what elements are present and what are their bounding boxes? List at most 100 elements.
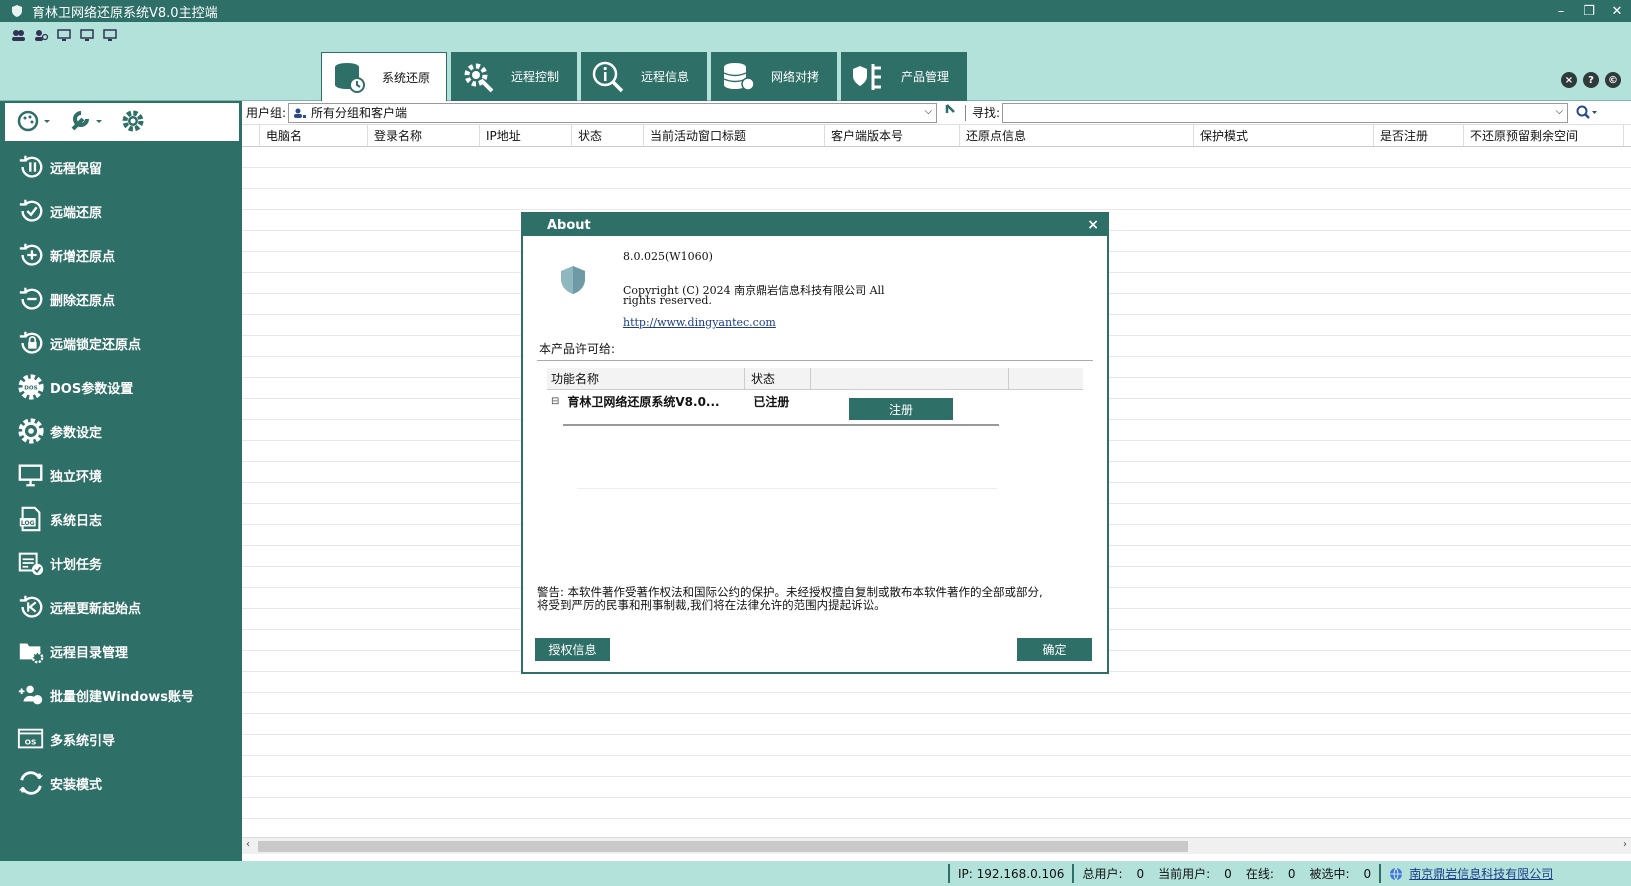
- sync-arrows-icon: [16, 768, 46, 798]
- tab-network-copy[interactable]: 网络对拷: [711, 52, 837, 101]
- scroll-left-icon[interactable]: ‹: [246, 839, 250, 850]
- column-header[interactable]: 功能名称: [547, 368, 745, 389]
- tab-remote-control[interactable]: 远程控制: [451, 52, 577, 101]
- tab-product-management[interactable]: 产品管理: [841, 52, 967, 101]
- search-input[interactable]: ⌵: [1002, 102, 1569, 123]
- gear-icon[interactable]: [121, 109, 145, 136]
- sidebar-item-add-restore-point[interactable]: 新增还原点: [0, 233, 242, 277]
- sidebar-item-dos-settings[interactable]: DOS DOS参数设置: [0, 365, 242, 409]
- restore-button[interactable]: ❐: [1575, 0, 1603, 22]
- about-close-button[interactable]: ×: [1087, 217, 1099, 233]
- scroll-thumb[interactable]: [258, 841, 1188, 852]
- column-header[interactable]: 状态: [572, 125, 644, 146]
- table-row[interactable]: [242, 714, 1631, 735]
- table-row[interactable]: [242, 798, 1631, 819]
- sidebar-item-remote-update-start[interactable]: 远程更新起始点: [0, 585, 242, 629]
- sidebar-item-label: 删除还原点: [50, 293, 116, 309]
- dos-gear-icon: DOS: [16, 372, 46, 402]
- horizontal-scrollbar[interactable]: ‹ ›: [242, 837, 1631, 854]
- feature-row[interactable]: ⊟ 育林卫网络还原系统V8.0... 已注册: [547, 390, 1083, 412]
- sidebar-item-label: 系统日志: [50, 513, 103, 529]
- copyright-icon[interactable]: ©: [1605, 72, 1621, 88]
- add-restore-icon: [16, 240, 46, 270]
- column-header[interactable]: 保护模式: [1194, 125, 1374, 146]
- about-titlebar: About ×: [523, 214, 1107, 236]
- table-row[interactable]: [242, 147, 1631, 168]
- window-title: 育林卫网络还原系统V8.0主控端: [32, 5, 218, 21]
- table-row[interactable]: [242, 735, 1631, 756]
- sidebar-item-install-mode[interactable]: 安装模式: [0, 761, 242, 805]
- search-label: 寻找:: [972, 106, 1001, 120]
- scroll-right-icon[interactable]: ›: [1623, 839, 1627, 850]
- register-button[interactable]: 注册: [849, 398, 953, 420]
- table-row[interactable]: [242, 189, 1631, 210]
- close-button[interactable]: ✕: [1603, 0, 1631, 22]
- license-divider: [537, 360, 1093, 361]
- group-label: 用户组:: [246, 106, 287, 120]
- computer-msg-icon[interactable]: [56, 28, 73, 42]
- sidebar-item-parameter-settings[interactable]: 参数设定: [0, 409, 242, 453]
- tab-remote-info[interactable]: 远程信息: [581, 52, 707, 101]
- column-header[interactable]: IP地址: [480, 125, 572, 146]
- grid-header-spacer: [242, 125, 260, 146]
- table-row[interactable]: [242, 756, 1631, 777]
- table-row[interactable]: [242, 693, 1631, 714]
- sidebar-item-delete-restore-point[interactable]: 删除还原点: [0, 277, 242, 321]
- sidebar-item-standalone-env[interactable]: 独立环境: [0, 453, 242, 497]
- auth-info-button[interactable]: 授权信息: [535, 638, 610, 661]
- sidebar-item-label: 远端还原: [50, 205, 103, 221]
- palette-dropdown-icon[interactable]: [17, 109, 53, 136]
- feature-table: 功能名称 状态 ⊟ 育林卫网络还原系统V8.0... 已注册 注册: [547, 368, 1083, 489]
- column-header[interactable]: 不还原预留剩余空间: [1464, 125, 1624, 146]
- column-header[interactable]: 电脑名: [260, 125, 368, 146]
- sidebar-item-remote-keep[interactable]: 远程保留: [0, 145, 242, 189]
- tab-system-restore[interactable]: 系统还原: [321, 52, 447, 101]
- log-badge-text: LOG: [21, 520, 35, 527]
- column-header[interactable]: 登录名称: [368, 125, 480, 146]
- column-header[interactable]: 状态: [745, 368, 811, 389]
- about-url-link[interactable]: http://www.dingyantec.com: [623, 316, 776, 329]
- status-company: 南京鼎岩信息科技有限公司: [1379, 864, 1561, 883]
- computer-icon[interactable]: [79, 28, 96, 42]
- table-row[interactable]: [242, 672, 1631, 693]
- collapse-icon[interactable]: ⊟: [551, 396, 559, 407]
- tab-label: 网络对拷: [771, 70, 820, 84]
- status-current-value: 0: [1224, 866, 1232, 881]
- sidebar-item-label: 批量创建Windows账号: [50, 689, 195, 705]
- column-header[interactable]: 客户端版本号: [825, 125, 960, 146]
- status-total-value: 0: [1136, 866, 1145, 881]
- pin-icon[interactable]: [945, 103, 957, 122]
- sidebar-item-label: 参数设定: [50, 425, 103, 441]
- table-row[interactable]: [242, 168, 1631, 189]
- status-ip: IP: 192.168.0.106: [948, 864, 1072, 883]
- group-select[interactable]: 所有分组和客户端 ⌵: [288, 102, 938, 123]
- company-link[interactable]: 南京鼎岩信息科技有限公司: [1409, 865, 1553, 882]
- close-circle-icon[interactable]: ×: [1561, 72, 1577, 88]
- check-restore-icon: [16, 196, 46, 226]
- sidebar-item-multi-boot[interactable]: OS 多系统引导: [0, 717, 242, 761]
- sidebar-item-remote-directory[interactable]: 远程目录管理: [0, 629, 242, 673]
- ok-button[interactable]: 确定: [1017, 638, 1092, 661]
- sidebar-item-remote-restore[interactable]: 远端还原: [0, 189, 242, 233]
- sidebar: 远程保留 远端还原 新增还原点 删除还原点 远端锁定还原点 DOS DOS参数设…: [0, 101, 242, 861]
- wrench-dropdown-icon[interactable]: [69, 109, 105, 136]
- status-bar: IP: 192.168.0.106 总用户: 0 当前用户: 0 在线: 0 被…: [0, 861, 1631, 886]
- search-icon[interactable]: [1576, 105, 1598, 121]
- sidebar-item-batch-create-accounts[interactable]: 批量创建Windows账号: [0, 673, 242, 717]
- sidebar-item-label: 多系统引导: [50, 733, 116, 749]
- monitor-icon[interactable]: [102, 28, 119, 42]
- user-search-icon[interactable]: [33, 28, 50, 42]
- table-row[interactable]: [242, 777, 1631, 798]
- sidebar-item-system-log[interactable]: LOG 系统日志: [0, 497, 242, 541]
- sidebar-item-scheduled-tasks[interactable]: 计划任务: [0, 541, 242, 585]
- sidebar-item-lock-restore-point[interactable]: 远端锁定还原点: [0, 321, 242, 365]
- info-search-icon: [591, 60, 625, 94]
- column-header[interactable]: 还原点信息: [960, 125, 1194, 146]
- minimize-button[interactable]: –: [1547, 0, 1575, 22]
- column-header[interactable]: 当前活动窗口标题: [644, 125, 825, 146]
- users-icon[interactable]: [10, 28, 27, 42]
- column-header-empty: [811, 368, 1009, 389]
- filter-bar: 用户组: 所有分组和客户端 ⌵ 寻找: ⌵: [242, 101, 1631, 125]
- column-header[interactable]: 是否注册: [1374, 125, 1464, 146]
- help-icon[interactable]: ?: [1583, 72, 1599, 88]
